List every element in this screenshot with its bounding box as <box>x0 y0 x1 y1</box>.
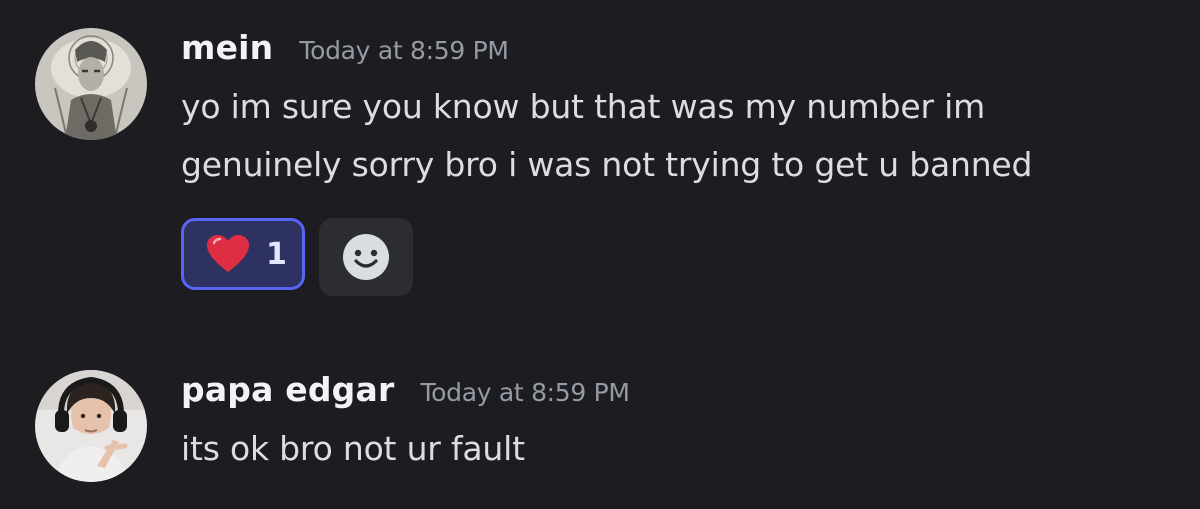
chat-messages: mein Today at 8:59 PM yo im sure you kno… <box>0 0 1200 509</box>
message-line: its ok bro not ur fault <box>181 429 525 468</box>
avatar-image <box>35 28 147 140</box>
heart-icon <box>207 235 249 272</box>
reaction-count: 1 <box>266 236 287 272</box>
username[interactable]: mein <box>181 28 273 67</box>
message-content: mein Today at 8:59 PM yo im sure you kno… <box>181 28 1180 296</box>
add-reaction-button[interactable] <box>319 218 413 296</box>
message-line: genuinely sorry bro i was not trying to … <box>181 145 1033 184</box>
message-header: papa edgar Today at 8:59 PM <box>181 370 1180 418</box>
message-line: yo im sure you know but that was my numb… <box>181 87 986 126</box>
avatar[interactable] <box>35 28 147 140</box>
reaction-heart-button[interactable]: 1 <box>181 218 305 290</box>
reactions-bar: 1 <box>181 218 413 296</box>
smiley-face-icon <box>343 234 389 280</box>
timestamp[interactable]: Today at 8:59 PM <box>299 36 509 65</box>
message-content: papa edgar Today at 8:59 PM its ok bro n… <box>181 370 1180 478</box>
avatar-image <box>35 370 147 482</box>
avatar[interactable] <box>35 370 147 482</box>
username[interactable]: papa edgar <box>181 370 394 409</box>
message-header: mein Today at 8:59 PM <box>181 28 1180 76</box>
message-text: its ok bro not ur fault <box>181 420 1180 478</box>
timestamp[interactable]: Today at 8:59 PM <box>420 378 630 407</box>
message-text: yo im sure you know but that was my numb… <box>181 78 1180 194</box>
